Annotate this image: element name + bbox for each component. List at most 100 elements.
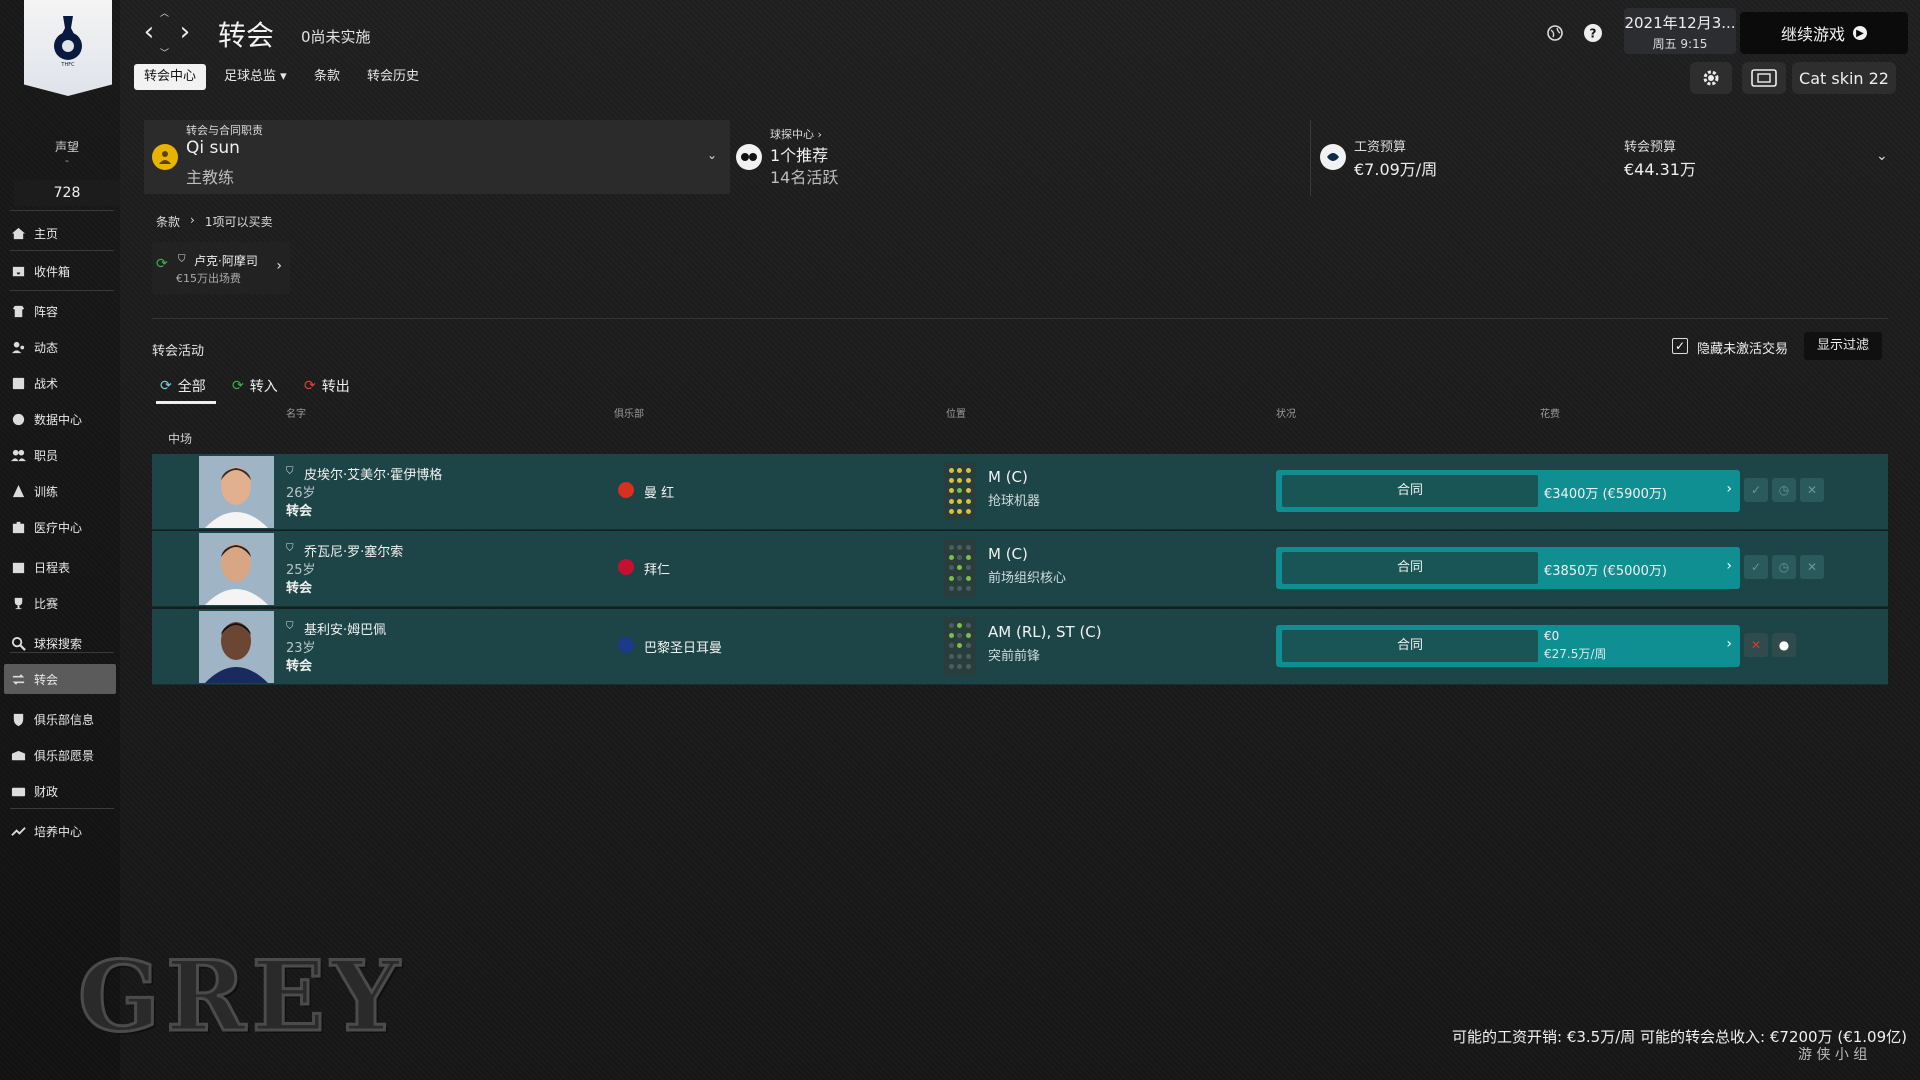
column-header-position[interactable]: 位置 — [946, 405, 966, 420]
sidebar-item-transfers[interactable]: 转会 — [4, 664, 116, 694]
show-filter-button[interactable]: 显示过滤 — [1804, 332, 1882, 360]
sidebar-item-trophy[interactable]: 比赛 — [4, 588, 116, 618]
sidebar-item-data-hub[interactable]: 数据中心 — [4, 404, 116, 434]
tab-transfer-history[interactable]: 转会历史 — [357, 64, 429, 90]
scouting-centre-link[interactable]: 球探中心 › — [770, 126, 822, 142]
player-photo — [199, 456, 274, 528]
player-role: 突前前锋 — [988, 649, 1041, 664]
pitch-dot — [966, 488, 972, 494]
player-name[interactable]: 乔瓦尼·罗·塞尔索 — [304, 541, 403, 560]
table-row[interactable]: ⛉ 基利安·姆巴佩 23岁 转会 巴黎圣日耳曼 AM (RL), ST (C) 突前前锋 合同… — [152, 609, 1888, 685]
status-bar[interactable]: 合同 €3400万 (€5900万) › — [1276, 470, 1740, 512]
skin-label[interactable]: Cat skin 22 — [1792, 62, 1896, 94]
player-name[interactable]: 基利安·姆巴佩 — [304, 619, 386, 638]
sidebar-item-training[interactable]: 训练 — [4, 476, 116, 506]
accept-icon[interactable]: ✓ — [1744, 478, 1768, 502]
pitch-dot — [957, 586, 963, 592]
svg-text:THFC: THFC — [60, 62, 75, 68]
sidebar-item-inbox[interactable]: 收件箱 — [4, 256, 116, 286]
cancel-deal-icon[interactable]: ✕ — [1744, 633, 1768, 657]
sidebar-item-finance[interactable]: 财政 — [4, 776, 116, 806]
pitch-dot — [966, 478, 972, 484]
back-arrow-icon[interactable]: ‹ — [138, 17, 160, 47]
club-crest[interactable]: THFC — [24, 0, 112, 96]
tab-all[interactable]: ⟳ 全部 — [156, 372, 216, 404]
sidebar-item-shield[interactable]: 俱乐部信息 — [4, 704, 116, 734]
manager-name: Qi sun — [186, 138, 240, 158]
tab-outgoing[interactable]: ⟳ 转出 — [304, 372, 350, 400]
club-name[interactable]: 拜仁 — [644, 559, 670, 578]
column-header-club[interactable]: 俱乐部 — [614, 405, 644, 420]
pitch-dot — [948, 622, 954, 628]
clauses-link[interactable]: 条款 — [156, 213, 180, 230]
sidebar-item-search[interactable]: 球探搜索 — [4, 628, 116, 658]
sidebar-item-tactics[interactable]: 战术 — [4, 368, 116, 398]
reject-icon[interactable]: ✕ — [1800, 478, 1824, 502]
hide-inactive-checkbox[interactable]: ✓ — [1672, 338, 1688, 354]
reputation-value: 728 — [14, 180, 120, 206]
clock-icon[interactable]: ◷ — [1772, 478, 1796, 502]
column-header-status[interactable]: 状况 — [1276, 405, 1296, 420]
sidebar-item-medical[interactable]: 医疗中心 — [4, 512, 116, 542]
weekday-time-text: 周五 9:15 — [1652, 37, 1708, 51]
sidebar-divider — [10, 210, 114, 211]
lock-icon: ⛉ — [286, 466, 294, 477]
club-name[interactable]: 曼 红 — [644, 482, 674, 501]
screen-mode-button[interactable] — [1742, 62, 1786, 94]
clause-fee: €15万出场费 — [176, 272, 241, 285]
sidebar-item-squad[interactable]: 阵容 — [4, 296, 116, 326]
budget-icon — [1320, 144, 1346, 170]
budget-dropdown-chevron-icon[interactable]: ⌄ — [1876, 148, 1888, 164]
pitch-dot — [957, 467, 963, 473]
pitch-dot — [966, 467, 972, 473]
column-header-name[interactable]: 名字 — [286, 405, 306, 420]
settings-button[interactable] — [1690, 62, 1732, 94]
clause-card[interactable]: ⟳ ⛉ 卢克·阿摩司 €15万出场费 › — [152, 242, 290, 294]
accept-icon[interactable]: ✓ — [1744, 555, 1768, 579]
tab-incoming[interactable]: ⟳ 转入 — [232, 372, 278, 400]
finance-icon — [10, 783, 26, 799]
status-bar[interactable]: 合同 €3850万 (€5000万) › — [1276, 547, 1740, 589]
clock-icon[interactable]: ◷ — [1772, 555, 1796, 579]
sidebar-item-calendar[interactable]: 日程表 — [4, 552, 116, 582]
pitch-dot — [957, 555, 963, 561]
column-header-fee[interactable]: 花费 — [1540, 405, 1560, 420]
staff-icon — [10, 447, 26, 463]
tab-transfer-centre[interactable]: 转会中心 — [134, 64, 207, 90]
tab-clauses[interactable]: 条款 — [304, 64, 350, 90]
sidebar-item-home[interactable]: 主页 — [4, 218, 116, 248]
pitch-dot — [966, 664, 972, 670]
sidebar-item-vision[interactable]: 俱乐部愿景 — [4, 740, 116, 770]
sidebar-item-label: 医疗中心 — [34, 520, 83, 535]
position-pitch-icon — [944, 617, 976, 675]
club-name[interactable]: 巴黎圣日耳曼 — [644, 637, 722, 656]
sidebar-divider — [10, 652, 114, 653]
gear-icon — [1703, 70, 1719, 86]
sidebar-item-label: 动态 — [34, 340, 59, 355]
sidebar-item-development[interactable]: 培养中心 — [4, 816, 116, 846]
sidebar-item-dynamics[interactable]: 动态 — [4, 332, 116, 362]
chevron-up-icon[interactable]: ︿ — [160, 6, 169, 19]
forward-arrow-icon[interactable]: › — [174, 17, 196, 47]
reputation-label: 声望 — [54, 140, 79, 154]
help-icon[interactable]: ? — [1580, 20, 1606, 46]
status-bar[interactable]: 合同 €0 €27.5万/周 › — [1276, 625, 1740, 667]
date-display[interactable]: 2021年12月3... 周五 9:15 — [1624, 8, 1736, 54]
sidebar-item-label: 日程表 — [34, 560, 71, 575]
sidebar-item-staff[interactable]: 职员 — [4, 440, 116, 470]
table-row[interactable]: ⛉ 皮埃尔·艾美尔·霍伊博格 26岁 转会 曼 红 M (C) 抢球机器 合同 €3400万 (… — [152, 454, 1888, 530]
reject-icon[interactable]: ✕ — [1800, 555, 1824, 579]
duties-dropdown-chevron-icon[interactable]: ⌄ — [707, 148, 717, 162]
table-row[interactable]: ⛉ 乔瓦尼·罗·塞尔索 25岁 转会 拜仁 M (C) 前场组织核心 合同 €3850万 (€5… — [152, 531, 1888, 607]
pitch-dot — [948, 664, 954, 670]
globe-icon[interactable] — [1542, 20, 1568, 46]
chat-icon[interactable]: ● — [1772, 633, 1796, 657]
continue-game-button[interactable]: 继续游戏 ▶ — [1740, 12, 1908, 54]
chevron-down-icon[interactable]: ﹀ — [160, 46, 169, 59]
page-title: 转会 — [218, 19, 275, 52]
cockerel-crest-icon: THFC — [54, 16, 82, 68]
player-photo — [199, 611, 274, 683]
player-name[interactable]: 皮埃尔·艾美尔·霍伊博格 — [304, 464, 442, 483]
tab-director-of-football[interactable]: 足球总监 ▾ — [214, 64, 297, 90]
pitch-dot — [966, 498, 972, 504]
